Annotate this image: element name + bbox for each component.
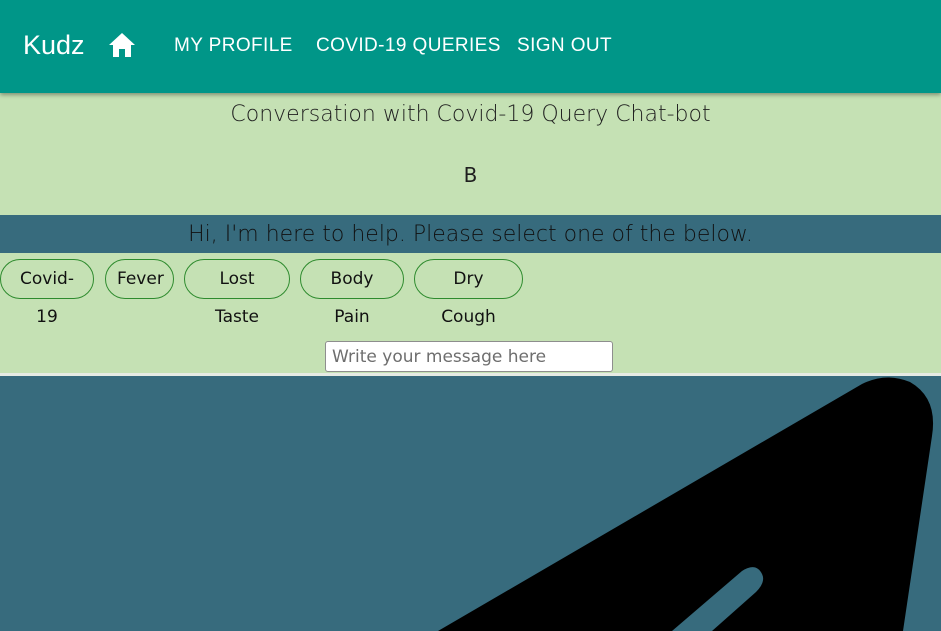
- option-lost-taste[interactable]: Lost Taste: [184, 259, 290, 327]
- option-dry-cough[interactable]: Dry Cough: [414, 259, 523, 327]
- nav-my-profile[interactable]: MY PROFILE: [174, 35, 293, 57]
- bot-message: Hi, I'm here to help. Please select one …: [0, 215, 941, 253]
- option-covid-19[interactable]: Covid-19: [0, 259, 94, 327]
- option-fever[interactable]: Fever: [105, 259, 174, 299]
- bot-avatar: B: [463, 163, 478, 187]
- nav-sign-out[interactable]: SIGN OUT: [517, 35, 612, 57]
- message-input[interactable]: [325, 341, 613, 372]
- chat-header: Conversation with Covid-19 Query Chat-bo…: [0, 93, 941, 215]
- chat-title: Conversation with Covid-19 Query Chat-bo…: [230, 102, 711, 127]
- top-navbar: Kudz MY PROFILE COVID-19 QUERIES SIGN OU…: [0, 0, 941, 93]
- nav-covid-queries[interactable]: COVID-19 QUERIES: [316, 35, 501, 57]
- home-icon[interactable]: [108, 32, 136, 58]
- option-body-pain[interactable]: Body Pain: [300, 259, 404, 327]
- send-icon[interactable]: [0, 376, 941, 631]
- send-area: [0, 376, 941, 631]
- brand-logo[interactable]: Kudz: [23, 28, 85, 62]
- quick-reply-area: Covid-19 Fever Lost Taste Body Pain Dry …: [0, 253, 941, 373]
